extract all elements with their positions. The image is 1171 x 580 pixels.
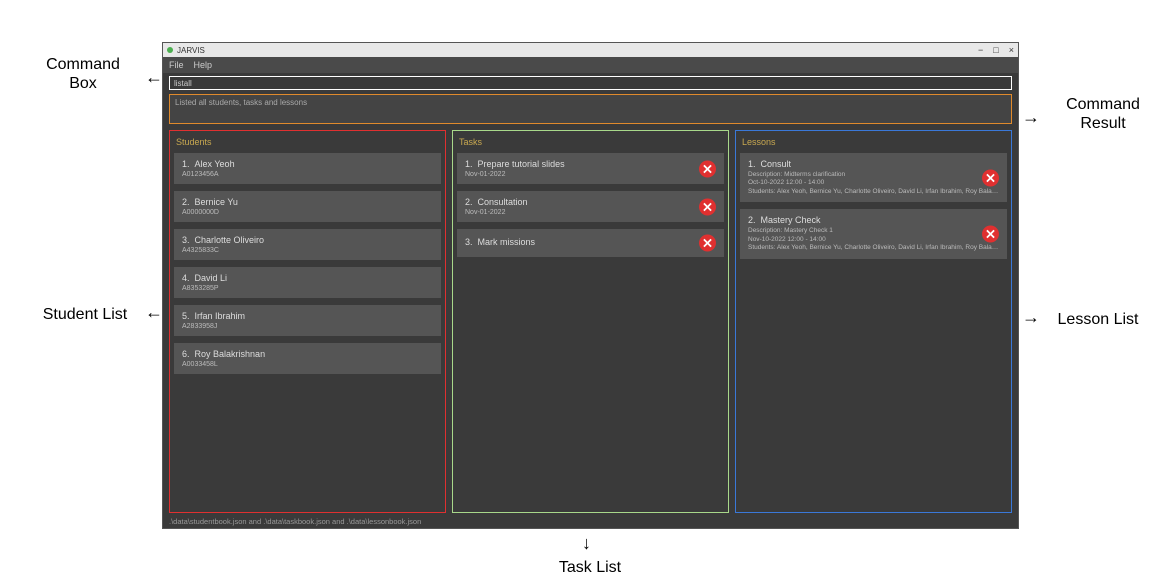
command-box[interactable] — [169, 76, 1012, 90]
arrow-icon: → — [1022, 107, 1040, 128]
annotation-command-result: Command Result — [1048, 95, 1158, 133]
annotation-command-box: Command Box — [28, 55, 138, 93]
list-item[interactable]: 6. Roy Balakrishnan A0033458L — [174, 343, 441, 374]
list-item[interactable]: 1. Alex Yeoh A0123456A — [174, 153, 441, 184]
list-item[interactable]: 4. David Li A8353285P — [174, 267, 441, 298]
list-item[interactable]: 3. Charlotte Oliveiro A4325833C — [174, 229, 441, 260]
annotation-lesson-list: Lesson List — [1048, 310, 1148, 329]
lessons-panel: Lessons 1. Consult Description: Midterms… — [735, 130, 1012, 513]
command-input[interactable] — [174, 79, 1007, 88]
menubar: File Help — [163, 57, 1018, 73]
list-item[interactable]: 3. Mark missions — [457, 229, 724, 257]
delete-button[interactable] — [982, 225, 999, 242]
tasks-panel: Tasks 1. Prepare tutorial slides Nov-01-… — [452, 130, 729, 513]
list-item[interactable]: 2. Mastery Check Description: Mastery Ch… — [740, 209, 1007, 258]
arrow-icon: ← — [145, 67, 163, 88]
close-icon — [703, 239, 712, 248]
window-minimize-button[interactable]: − — [978, 45, 983, 55]
arrow-icon: → — [1022, 307, 1040, 328]
close-icon — [986, 173, 995, 182]
delete-button[interactable] — [982, 169, 999, 186]
tasks-header: Tasks — [459, 137, 722, 147]
close-icon — [703, 164, 712, 173]
menu-help[interactable]: Help — [194, 60, 213, 70]
app-window: JARVIS − □ × File Help Listed all studen… — [162, 42, 1019, 529]
students-panel: Students 1. Alex Yeoh A0123456A 2. Berni… — [169, 130, 446, 513]
delete-button[interactable] — [699, 198, 716, 215]
lessons-header: Lessons — [742, 137, 1005, 147]
window-close-button[interactable]: × — [1009, 45, 1014, 55]
close-icon — [703, 202, 712, 211]
app-title: JARVIS — [177, 46, 205, 55]
annotation-task-list: Task List — [540, 558, 640, 577]
delete-button[interactable] — [699, 160, 716, 177]
window-maximize-button[interactable]: □ — [993, 45, 998, 55]
close-icon — [986, 229, 995, 238]
list-item[interactable]: 1. Consult Description: Midterms clarifi… — [740, 153, 1007, 202]
titlebar: JARVIS − □ × — [163, 43, 1018, 57]
annotation-student-list: Student List — [35, 305, 135, 324]
statusbar: .\data\studentbook.json and .\data\taskb… — [163, 515, 1018, 528]
app-icon — [167, 47, 173, 53]
list-item[interactable]: 5. Irfan Ibrahim A2833958J — [174, 305, 441, 336]
menu-file[interactable]: File — [169, 60, 184, 70]
delete-button[interactable] — [699, 235, 716, 252]
students-header: Students — [176, 137, 439, 147]
list-item[interactable]: 2. Bernice Yu A0000000D — [174, 191, 441, 222]
arrow-icon: ← — [145, 302, 163, 323]
arrow-icon: ↓ — [582, 533, 591, 554]
list-item[interactable]: 1. Prepare tutorial slides Nov-01-2022 — [457, 153, 724, 184]
main-panels: Students 1. Alex Yeoh A0123456A 2. Berni… — [169, 130, 1012, 513]
list-item[interactable]: 2. Consultation Nov-01-2022 — [457, 191, 724, 222]
command-result: Listed all students, tasks and lessons — [169, 94, 1012, 124]
